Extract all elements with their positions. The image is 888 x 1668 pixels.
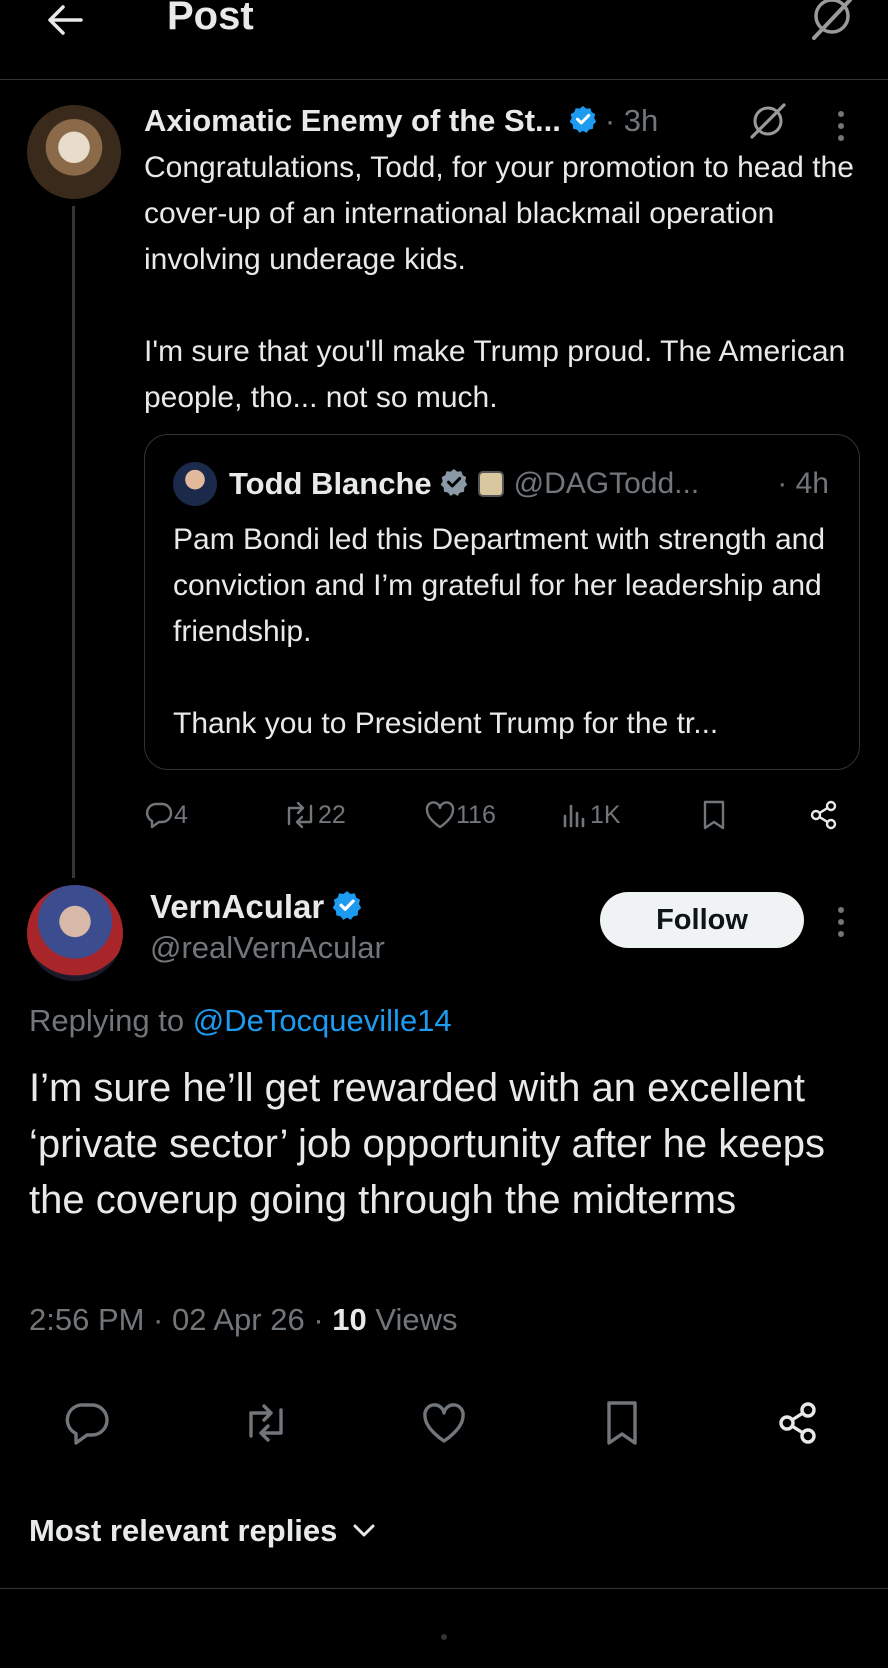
- quoted-tweet-card[interactable]: Todd Blanche @DAGTodd... · 4h Pam Bondi …: [144, 434, 860, 770]
- chevron-down-icon: [353, 1524, 375, 1537]
- share-button[interactable]: [770, 1395, 826, 1451]
- replies-sort-dropdown[interactable]: Most relevant replies: [29, 1508, 375, 1554]
- quoted-author-avatar: [173, 462, 217, 506]
- verified-badge-icon: [440, 468, 468, 501]
- bookmark-button[interactable]: [700, 795, 728, 835]
- reply-action-bar: [0, 1395, 888, 1451]
- like-icon: [423, 1403, 465, 1443]
- top-bar: Post: [0, 0, 888, 80]
- quoted-tweet-paragraph: Thank you to President Trump for the tr.…: [173, 707, 719, 740]
- replying-to-line: Replying to @DeTocqueville14: [29, 998, 452, 1044]
- page-title: Post: [167, 0, 254, 38]
- views-icon: [563, 804, 585, 828]
- views-count: 1K: [590, 800, 621, 829]
- reply-more-button[interactable]: [826, 904, 856, 940]
- back-button[interactable]: [40, 0, 90, 40]
- grok-icon: [812, 0, 852, 40]
- replies-sort-label: Most relevant replies: [29, 1513, 338, 1548]
- reply-views-label: Views: [366, 1302, 458, 1337]
- verified-badge-icon: [332, 890, 362, 925]
- verified-badge-icon: [569, 105, 597, 138]
- reply-button[interactable]: [60, 1395, 116, 1451]
- parent-author-avatar[interactable]: [27, 105, 121, 199]
- share-button[interactable]: [808, 795, 840, 835]
- quoted-author-handle: @DAGTodd...: [513, 467, 700, 500]
- parent-tweet-paragraph: Congratulations, Todd, for your promotio…: [144, 151, 854, 276]
- replying-to-handle-link[interactable]: @DeTocqueville14: [193, 1003, 452, 1038]
- parent-tweet-paragraph: I'm sure that you'll make Trump proud. T…: [144, 335, 846, 414]
- parent-tweet-time: · 3h: [604, 103, 659, 138]
- affiliation-badge-icon: [477, 471, 504, 497]
- reply-author-avatar[interactable]: [27, 885, 123, 981]
- quoted-tweet-header: Todd Blanche @DAGTodd...: [229, 461, 699, 507]
- repost-button[interactable]: 22: [282, 795, 346, 835]
- like-count: 116: [456, 800, 496, 829]
- reply-icon: [65, 1403, 109, 1445]
- parent-more-button[interactable]: [826, 108, 856, 144]
- like-button[interactable]: 116: [424, 795, 496, 835]
- bookmark-button[interactable]: [594, 1395, 650, 1451]
- reply-views-count: 10: [332, 1302, 367, 1337]
- reply-author-name-row: VernAcular: [150, 884, 362, 930]
- home-indicator: [441, 1634, 447, 1640]
- quoted-tweet-paragraph: Pam Bondi led this Department with stren…: [173, 523, 826, 648]
- reply-author-handle[interactable]: @realVernAcular: [150, 925, 385, 971]
- replying-to-label: Replying to: [29, 1003, 185, 1038]
- reply-author-name[interactable]: VernAcular: [150, 888, 324, 926]
- reply-tweet-metadata: 2:56 PM · 02 Apr 26 · 10 Views: [29, 1297, 458, 1343]
- bookmark-icon: [607, 1401, 637, 1445]
- repost-icon: [287, 801, 313, 829]
- bookmark-icon: [703, 800, 725, 830]
- quoted-author-name: Todd Blanche: [229, 466, 432, 501]
- thread-connector-line: [72, 206, 75, 878]
- quoted-tweet-time: · 4h: [777, 467, 829, 500]
- parent-grok-button[interactable]: [748, 101, 788, 141]
- back-arrow-icon: [48, 5, 83, 35]
- like-button[interactable]: [416, 1395, 472, 1451]
- parent-tweet-text: Congratulations, Todd, for your promotio…: [144, 145, 864, 421]
- share-icon: [779, 1402, 816, 1444]
- parent-author-name[interactable]: Axiomatic Enemy of the St...: [144, 103, 561, 139]
- grok-icon: [750, 103, 786, 139]
- repost-button[interactable]: [238, 1395, 294, 1451]
- more-icon: [838, 907, 844, 937]
- reply-count: 4: [174, 800, 188, 829]
- repost-icon: [249, 1404, 283, 1442]
- grok-button[interactable]: [808, 0, 856, 40]
- quoted-tweet-text: Pam Bondi led this Department with stren…: [173, 517, 833, 747]
- parent-action-bar: 4 22 116 1K: [144, 795, 864, 835]
- reply-button[interactable]: 4: [144, 795, 188, 835]
- section-divider: [0, 1588, 888, 1589]
- follow-button[interactable]: Follow: [600, 892, 804, 948]
- reply-tweet-text: I’m sure he’ll get rewarded with an exce…: [29, 1066, 825, 1222]
- share-icon: [810, 800, 837, 830]
- reply-icon: [145, 802, 173, 829]
- reply-tweet-timestamp: 2:56 PM · 02 Apr 26 ·: [29, 1302, 333, 1337]
- parent-tweet-header: Axiomatic Enemy of the St... · 3h: [144, 98, 658, 144]
- views-button[interactable]: 1K: [560, 795, 621, 835]
- like-icon: [425, 801, 455, 829]
- repost-count: 22: [318, 800, 346, 829]
- more-icon: [838, 111, 844, 141]
